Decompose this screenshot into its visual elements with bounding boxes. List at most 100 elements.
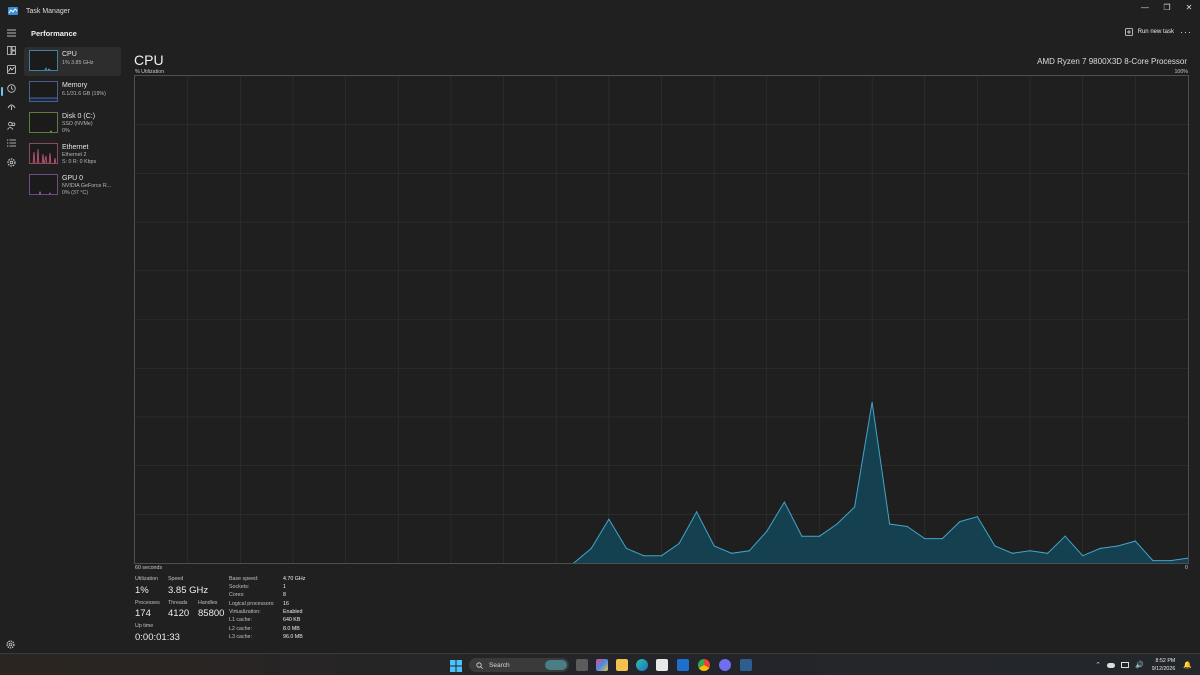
threads-label: Threads — [168, 600, 188, 606]
restore-icon[interactable]: ❐ — [1156, 0, 1178, 14]
resource-list: CPU 1% 3.85 GHz Memory 6.1/31.6 GB (19%)… — [24, 47, 121, 202]
window-controls: — ❐ ✕ — [1134, 0, 1200, 22]
resource-item-gpu[interactable]: GPU 0 NVIDIA GeForce R... 0% (37 °C) — [24, 171, 121, 200]
resource-item-cpu[interactable]: CPU 1% 3.85 GHz — [24, 47, 121, 76]
resource-detail: 0% — [62, 128, 70, 134]
run-task-icon — [1124, 28, 1133, 36]
system-tray: ⌃ 🔊 8:52 PM 9/12/2026 🔔 — [1095, 657, 1192, 673]
uptime-value: 0:00:01:33 — [135, 632, 180, 643]
settings-gear-icon[interactable] — [6, 636, 15, 654]
copilot-icon[interactable] — [596, 659, 608, 671]
utilization-point — [941, 538, 943, 540]
resource-name: Memory — [62, 82, 88, 89]
taskbar: Search ⌃ 🔊 8:52 PM 9/12/2026 🔔 — [0, 653, 1200, 675]
utilization-point — [1169, 560, 1172, 562]
task-manager-taskbar-icon[interactable] — [740, 659, 752, 671]
services-icon[interactable] — [6, 157, 16, 167]
utilization-point — [924, 538, 926, 540]
startup-apps-icon[interactable] — [6, 101, 16, 111]
utilization-point — [713, 545, 715, 547]
memory-thumbnail — [29, 81, 58, 102]
utilization-point — [836, 523, 838, 525]
spec-key: Sockets: — [229, 584, 250, 590]
utilization-point — [818, 535, 821, 537]
app-history-icon[interactable] — [6, 83, 16, 93]
resource-item-ethernet[interactable]: Ethernet Ethernet 2 S: 0 R: 0 Kbps — [24, 140, 121, 169]
notification-bell-icon[interactable]: 🔔 — [1183, 661, 1192, 669]
utilization-point — [1117, 545, 1119, 547]
utilization-point — [678, 542, 680, 545]
run-new-task-label: Run new task — [1137, 29, 1174, 35]
spec-key: Cores: — [229, 592, 245, 598]
search-label: Search — [489, 661, 510, 669]
page-title: Performance — [31, 28, 77, 38]
users-icon[interactable] — [6, 120, 16, 130]
file-explorer-icon[interactable] — [616, 659, 628, 671]
disk-thumbnail — [29, 112, 58, 133]
more-options-icon[interactable]: ··· — [1180, 27, 1192, 37]
utilization-point — [959, 521, 961, 523]
resource-name: CPU — [62, 51, 77, 58]
search-highlight-icon — [545, 660, 567, 670]
performance-icon[interactable] — [6, 64, 16, 74]
processes-label: Processes — [135, 600, 160, 606]
handles-label: Handles — [198, 600, 218, 606]
edge-icon[interactable] — [636, 659, 648, 671]
resource-detail: 0% (37 °C) — [62, 190, 88, 196]
utilization-point — [608, 518, 610, 520]
window-title: Task Manager — [26, 7, 70, 15]
utilization-point — [590, 547, 592, 549]
resource-detail: NVIDIA GeForce R... — [62, 183, 112, 189]
close-icon[interactable]: ✕ — [1178, 0, 1200, 14]
processes-icon[interactable] — [6, 45, 16, 55]
spec-key: L3 cache: — [229, 634, 252, 640]
resource-item-memory[interactable]: Memory 6.1/31.6 GB (19%) — [24, 78, 121, 107]
task-view-icon[interactable] — [576, 659, 588, 671]
utilization-point — [748, 550, 750, 552]
utilization-label: Utilization — [135, 576, 158, 582]
discord-icon[interactable] — [719, 659, 731, 671]
utilization-point — [1099, 547, 1101, 549]
spec-value: 1 — [283, 584, 286, 590]
spec-value: 4.70 GHz — [283, 576, 306, 582]
resource-detail: SSD (NVMe) — [62, 121, 93, 127]
spec-value: 96.0 MB — [283, 634, 303, 640]
windows-start-icon[interactable] — [450, 659, 462, 672]
details-icon[interactable] — [6, 138, 16, 148]
microsoft-store-icon[interactable] — [656, 659, 668, 671]
chevron-up-icon[interactable]: ⌃ — [1095, 661, 1101, 669]
clock[interactable]: 8:52 PM 9/12/2026 — [1152, 657, 1176, 673]
utilization-point — [1064, 535, 1066, 537]
minimize-icon[interactable]: — — [1134, 0, 1156, 14]
chrome-icon[interactable] — [698, 659, 710, 671]
utilization-point — [1011, 552, 1014, 554]
outlook-icon[interactable] — [677, 659, 689, 671]
network-icon[interactable] — [1120, 662, 1129, 668]
utilization-point — [976, 516, 979, 518]
run-new-task-button[interactable]: Run new task — [1124, 28, 1174, 36]
utilization-point — [889, 523, 891, 525]
handles-value: 85800 — [198, 608, 225, 619]
resource-detail: S: 0 R: 0 Kbps — [62, 159, 97, 165]
resource-name: GPU 0 — [62, 175, 84, 182]
utilization-point — [660, 555, 663, 557]
taskbar-search-box[interactable]: Search — [469, 658, 569, 672]
utilization-point — [643, 555, 645, 557]
hamburger-menu-icon[interactable] — [6, 28, 16, 38]
spec-value: 640 KB — [283, 617, 301, 623]
spec-value: 16 — [283, 601, 289, 607]
utilization-point — [906, 525, 908, 528]
nav-rail — [0, 22, 22, 653]
utilization-point — [1082, 555, 1084, 557]
resource-detail: 6.1/31.6 GB (19%) — [62, 91, 106, 97]
onedrive-icon[interactable] — [1106, 662, 1115, 668]
speed-value: 3.85 GHz — [168, 585, 209, 596]
ethernet-thumbnail — [29, 143, 58, 164]
chart-grid — [135, 76, 1188, 563]
resource-name: Ethernet — [62, 144, 89, 151]
resource-item-disk[interactable]: Disk 0 (C:) SSD (NVMe) 0% — [24, 109, 121, 138]
spec-key: L2 cache: — [229, 626, 252, 632]
utilization-point — [1134, 540, 1136, 542]
volume-icon[interactable]: 🔊 — [1135, 661, 1144, 669]
utilization-area — [573, 402, 1188, 563]
